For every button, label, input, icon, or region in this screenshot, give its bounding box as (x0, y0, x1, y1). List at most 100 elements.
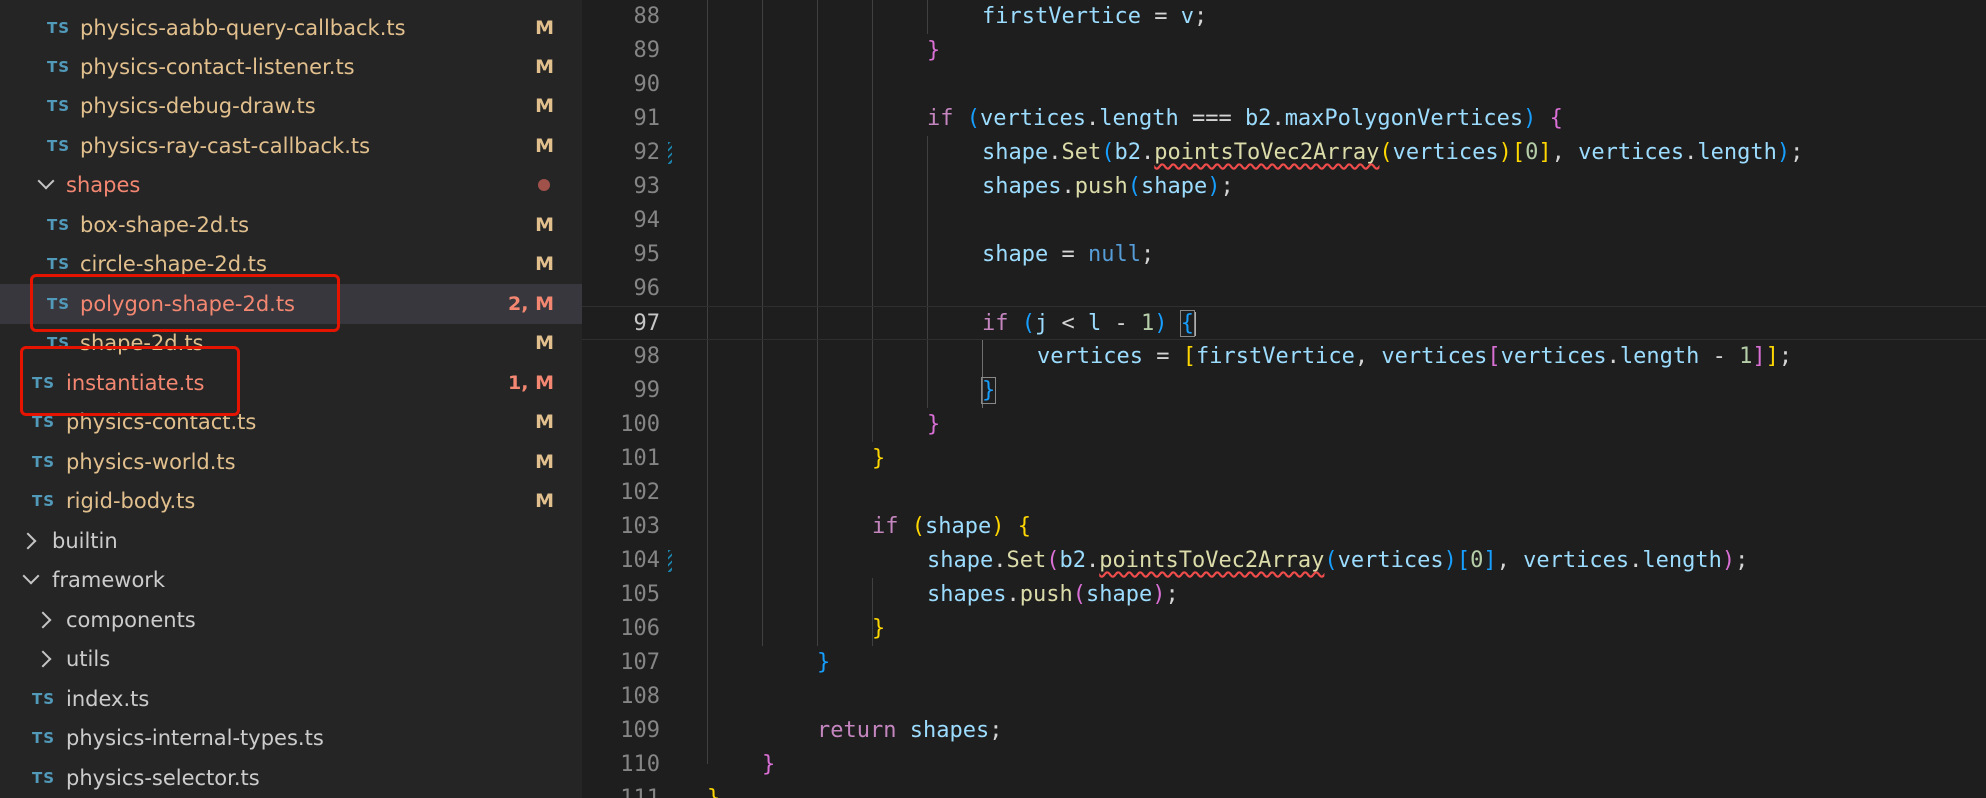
typescript-file-icon: TS (47, 19, 71, 37)
code-line: 93 shapes.push(shape); (582, 170, 1986, 204)
folder-name: builtin (52, 529, 118, 553)
git-status-badge: M (535, 17, 554, 39)
tree-item-physics-world[interactable]: TS physics-world.ts M (0, 442, 582, 482)
code-line: 90 (582, 68, 1986, 102)
code-text: } (762, 752, 776, 777)
file-name: physics-ray-cast-callback.ts (80, 134, 371, 158)
typescript-file-icon: TS (32, 729, 56, 747)
code-line: 109 return shapes; (582, 714, 1986, 748)
chevron-right-icon (34, 611, 52, 629)
tree-item-box-shape-2d[interactable]: TS box-shape-2d.ts M (0, 205, 582, 245)
git-status-badge: M (535, 56, 554, 78)
tree-folder-components[interactable]: components (0, 600, 582, 640)
tree-item-physics-aabb-query-callback[interactable]: TS physics-aabb-query-callback.ts M (0, 8, 582, 48)
tree-item-rigid-body[interactable]: TS rigid-body.ts M (0, 481, 582, 521)
tree-folder-utils[interactable]: utils (0, 639, 582, 679)
chevron-right-icon (19, 532, 37, 550)
git-status-badge: M (535, 451, 554, 473)
git-status-badge: M (535, 253, 554, 275)
line-number: 105 (620, 582, 660, 607)
code-line: 107 } (582, 646, 1986, 680)
code-text: shape.Set(b2.pointsToVec2Array(vertices)… (927, 548, 1749, 573)
code-text: } (817, 650, 831, 675)
code-line: 98 vertices = [firstVertice, vertices[ve… (582, 340, 1986, 374)
git-modified-gutter-marker (668, 142, 672, 164)
code-line: 108 (582, 680, 1986, 714)
problems-badge: 1, M (508, 372, 554, 394)
git-status-badge: M (535, 490, 554, 512)
code-text: shapes.push(shape); (982, 174, 1234, 199)
typescript-file-icon: TS (47, 137, 71, 155)
typescript-file-icon: TS (32, 492, 56, 510)
code-line: 91 if (vertices.length === b2.maxPolygon… (582, 102, 1986, 136)
code-editor[interactable]: 88 firstVertice = v; 89 } 90 91 if (vert… (582, 0, 1986, 798)
code-text: if (vertices.length === b2.maxPolygonVer… (927, 106, 1563, 131)
file-name: physics-world.ts (66, 450, 236, 474)
line-number: 94 (633, 208, 661, 233)
code-line: 104 shape.Set(b2.pointsToVec2Array(verti… (582, 544, 1986, 578)
typescript-file-icon: TS (47, 97, 71, 115)
line-number: 93 (633, 174, 661, 199)
line-number: 102 (620, 480, 660, 505)
git-status-badge: M (535, 214, 554, 236)
code-text: shape = null; (982, 242, 1155, 267)
line-number: 109 (620, 718, 660, 743)
line-number: 107 (620, 650, 660, 675)
code-line: 105 shapes.push(shape); (582, 578, 1986, 612)
folder-name: framework (52, 568, 166, 592)
line-number: 96 (633, 276, 661, 301)
tree-folder-shapes[interactable]: shapes (0, 165, 582, 205)
line-number: 98 (633, 344, 661, 369)
code-text: } (927, 38, 941, 63)
chevron-right-icon (34, 650, 52, 668)
tree-item-physics-debug-draw[interactable]: TS physics-debug-draw.ts M (0, 86, 582, 126)
code-line: 106 } (582, 612, 1986, 646)
code-text: } (980, 377, 997, 404)
code-text: vertices = [firstVertice, vertices[verti… (1037, 344, 1793, 369)
folder-name: components (66, 608, 196, 632)
tree-item-physics-internal-types[interactable]: TS physics-internal-types.ts (0, 718, 582, 758)
code-line: 92 shape.Set(b2.pointsToVec2Array(vertic… (582, 136, 1986, 170)
text-cursor (1194, 312, 1196, 336)
code-line-current: 97 if (j < l - 1) { (582, 306, 1986, 340)
line-number: 90 (633, 72, 661, 97)
line-number: 101 (620, 446, 660, 471)
code-line: 110 } (582, 748, 1986, 782)
code-line: 88 firstVertice = v; (582, 0, 1986, 34)
annotation-highlight-box (20, 346, 240, 416)
tree-item-physics-contact-listener[interactable]: TS physics-contact-listener.ts M (0, 47, 582, 87)
tree-folder-framework[interactable]: framework (0, 560, 582, 600)
typescript-file-icon: TS (47, 216, 71, 234)
line-number: 108 (620, 684, 660, 709)
code-text: shapes.push(shape); (927, 582, 1179, 607)
code-text: if (j < l - 1) { (982, 310, 1196, 337)
code-text: } (927, 412, 941, 437)
tree-item-index[interactable]: TS index.ts (0, 679, 582, 719)
file-name: physics-aabb-query-callback.ts (80, 16, 406, 40)
tree-item-physics-ray-cast-callback[interactable]: TS physics-ray-cast-callback.ts M (0, 126, 582, 166)
git-modified-gutter-marker (668, 550, 672, 572)
code-line: 103 if (shape) { (582, 510, 1986, 544)
code-line: 95 shape = null; (582, 238, 1986, 272)
line-number: 95 (633, 242, 661, 267)
problems-badge: 2, M (508, 293, 554, 315)
code-line: 99 } (582, 374, 1986, 408)
explorer-sidebar: TS physics-aabb-query-callback.ts M TS p… (0, 0, 582, 798)
code-line: 102 (582, 476, 1986, 510)
code-line: 94 (582, 204, 1986, 238)
annotation-highlight-box (30, 274, 340, 332)
line-number: 111 (582, 782, 660, 798)
line-number: 104 (620, 548, 660, 573)
tree-item-physics-selector[interactable]: TS physics-selector.ts (0, 758, 582, 798)
file-name: physics-internal-types.ts (66, 726, 324, 750)
file-name: physics-debug-draw.ts (80, 94, 316, 118)
file-name: index.ts (66, 687, 150, 711)
code-line: 89 } (582, 34, 1986, 68)
tree-folder-builtin[interactable]: builtin (0, 521, 582, 561)
line-number: 97 (633, 311, 661, 336)
line-number: 99 (633, 378, 661, 403)
line-number: 103 (620, 514, 660, 539)
line-number: 89 (633, 38, 661, 63)
line-number: 106 (620, 616, 660, 641)
git-status-badge: M (535, 135, 554, 157)
